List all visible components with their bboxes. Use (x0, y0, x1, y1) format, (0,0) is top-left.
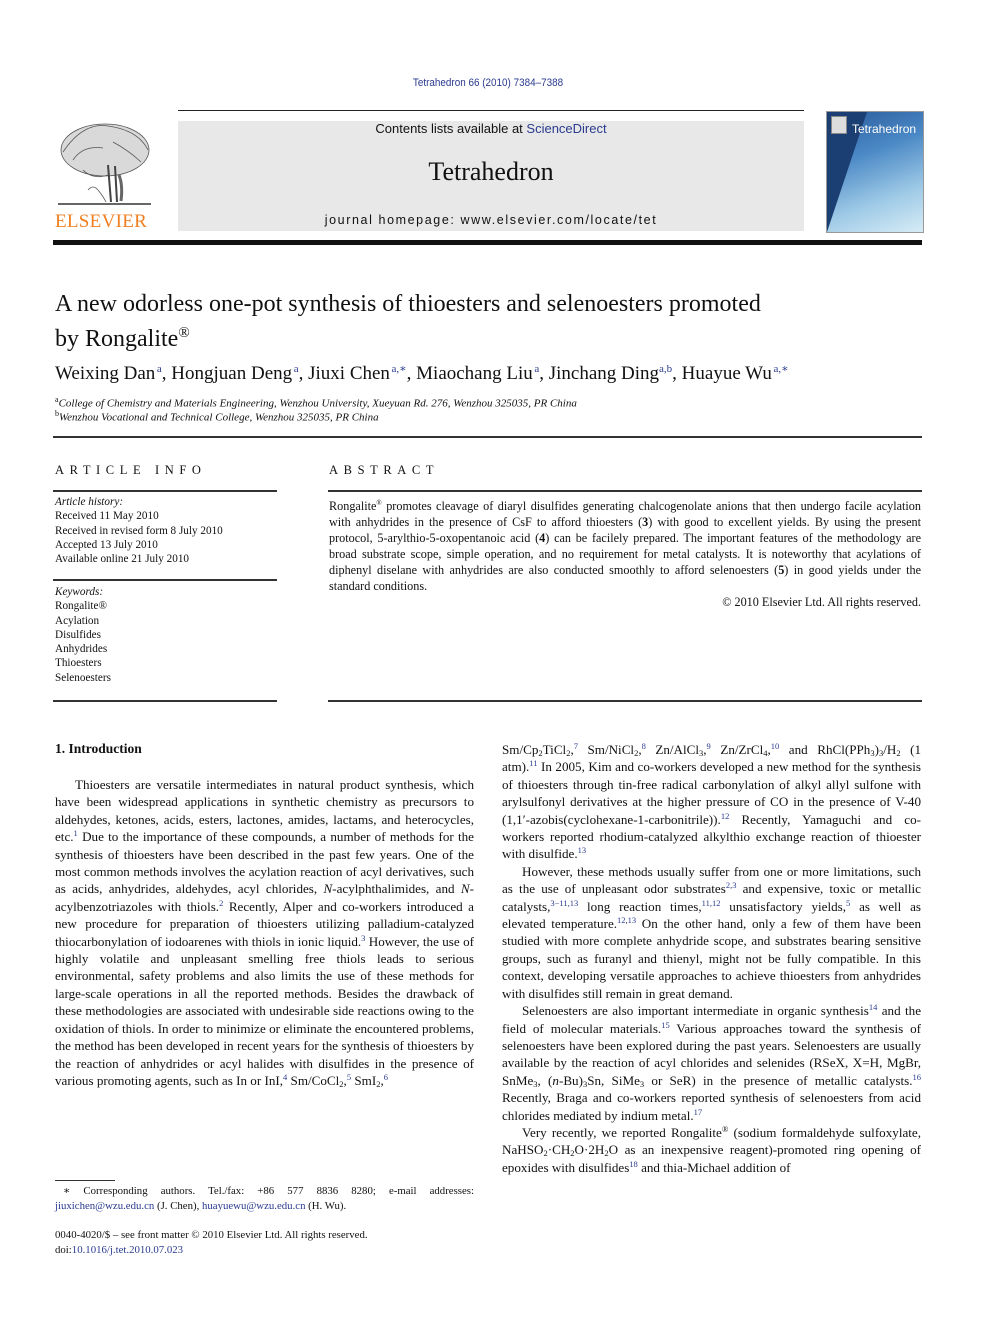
contents-availability: Contents lists available at ScienceDirec… (375, 121, 607, 136)
article-history: Article history: Received 11 May 2010 Re… (55, 496, 223, 566)
journal-cover-image: Tetrahedron (826, 111, 924, 233)
cover-title: Tetrahedron (852, 122, 917, 136)
keyword: Anhydrides (55, 643, 108, 656)
keyword: Rongalite® (55, 600, 107, 613)
body-column-right: Sm/Cp2TiCl2,7 Sm/NiCl2,8 Zn/AlCl3,9 Zn/Z… (502, 741, 921, 1176)
affiliation-rule (53, 436, 922, 438)
ref-link[interactable]: 12,13 (617, 915, 636, 925)
paragraph: Thioesters are versatile intermediates i… (55, 777, 474, 1089)
ref-link[interactable]: 16 (912, 1072, 921, 1082)
sciencedirect-link[interactable]: ScienceDirect (526, 121, 606, 136)
author[interactable]: Jinchang Dinga,b (549, 363, 672, 384)
paragraph: Very recently, we reported Rongalite® (s… (502, 1123, 921, 1175)
keyword: Selenoesters (55, 671, 111, 684)
ref-link[interactable]: 6 (384, 1072, 388, 1082)
keyword: Thioesters (55, 657, 102, 670)
keywords: Keywords: Rongalite® Acylation Disulfide… (55, 586, 111, 684)
elsevier-wordmark: ELSEVIER (55, 211, 148, 232)
journal-name: Tetrahedron (428, 157, 554, 186)
keyword: Disulfides (55, 628, 101, 641)
divider (328, 490, 922, 492)
journal-homepage-link[interactable]: journal homepage: www.elsevier.com/locat… (178, 213, 804, 227)
paragraph: Selenoesters are also important intermed… (502, 1002, 922, 1123)
section-heading-introduction: 1. Introduction (55, 741, 142, 756)
ref-link[interactable]: 18 (629, 1159, 638, 1169)
divider (53, 700, 277, 702)
header-rule (178, 110, 804, 111)
divider (328, 700, 922, 702)
author[interactable]: Weixing Dan a (55, 363, 162, 384)
article-info-heading: ARTICLE INFO (55, 463, 207, 477)
body-column-left: Thioesters are versatile intermediates i… (55, 776, 474, 1089)
ref-link[interactable]: 15 (661, 1020, 670, 1030)
history-item: Received in revised form 8 July 2010 (55, 524, 223, 537)
ref-link[interactable]: 17 (694, 1107, 703, 1117)
paragraph: However, these methods usually suffer fr… (502, 863, 921, 1001)
history-item: Accepted 13 July 2010 (55, 538, 158, 551)
ref-link[interactable]: 11,12 (702, 898, 721, 908)
doi-link[interactable]: 10.1016/j.tet.2010.07.023 (72, 1244, 183, 1256)
ref-link[interactable]: 13 (578, 845, 587, 855)
affiliation-b: bWenzhou Vocational and Technical Colleg… (55, 409, 379, 424)
author[interactable]: Hongjuan Deng a (171, 363, 298, 384)
ref-link[interactable]: 3−11,13 (550, 898, 578, 908)
journal-banner: Contents lists available at ScienceDirec… (178, 121, 804, 231)
journal-citation-link[interactable]: Tetrahedron 66 (2010) 7384–7388 (49, 77, 927, 89)
abstract-heading: ABSTRACT (329, 463, 440, 477)
author[interactable]: Jiuxi Chen a,∗ (308, 363, 407, 384)
keyword: Acylation (55, 614, 100, 627)
abstract-copyright: © 2010 Elsevier Ltd. All rights reserved… (722, 595, 921, 610)
front-matter-info: 0040-4020/$ – see front matter © 2010 El… (55, 1228, 485, 1258)
author[interactable]: Miaochang Liu a (416, 363, 539, 384)
issn-line: 0040-4020/$ – see front matter © 2010 El… (55, 1229, 368, 1241)
ref-link[interactable]: 10 (771, 741, 780, 751)
affiliation-a: aCollege of Chemistry and Materials Engi… (55, 395, 577, 410)
doi-line: doi:10.1016/j.tet.2010.07.023 (55, 1244, 184, 1256)
abstract-body: Rongalite® promotes cleavage of diaryl d… (329, 499, 921, 610)
header-thick-rule (53, 240, 922, 245)
email-link[interactable]: jiuxichen@wzu.edu.cn (55, 1200, 154, 1212)
cover-elsevier-mini-logo (831, 116, 847, 134)
divider (53, 579, 277, 581)
corresponding-author-footnote: ∗ Corresponding authors. Tel./fax: +86 5… (55, 1185, 474, 1212)
paragraph: Sm/Cp2TiCl2,7 Sm/NiCl2,8 Zn/AlCl3,9 Zn/Z… (502, 741, 921, 862)
divider (53, 490, 277, 492)
history-item: Available online 21 July 2010 (55, 553, 190, 566)
email-link[interactable]: huayuewu@wzu.edu.cn (202, 1200, 305, 1212)
history-item: Received 11 May 2010 (55, 510, 159, 523)
article-title: A new odorless one-pot synthesis of thio… (55, 291, 761, 352)
author-list: Weixing Dan a, Hongjuan Deng a, Jiuxi Ch… (55, 363, 789, 384)
ref-link[interactable]: 2,3 (726, 880, 737, 890)
author[interactable]: Huayue Wu a,∗ (682, 363, 789, 384)
footnote-rule (55, 1180, 115, 1181)
